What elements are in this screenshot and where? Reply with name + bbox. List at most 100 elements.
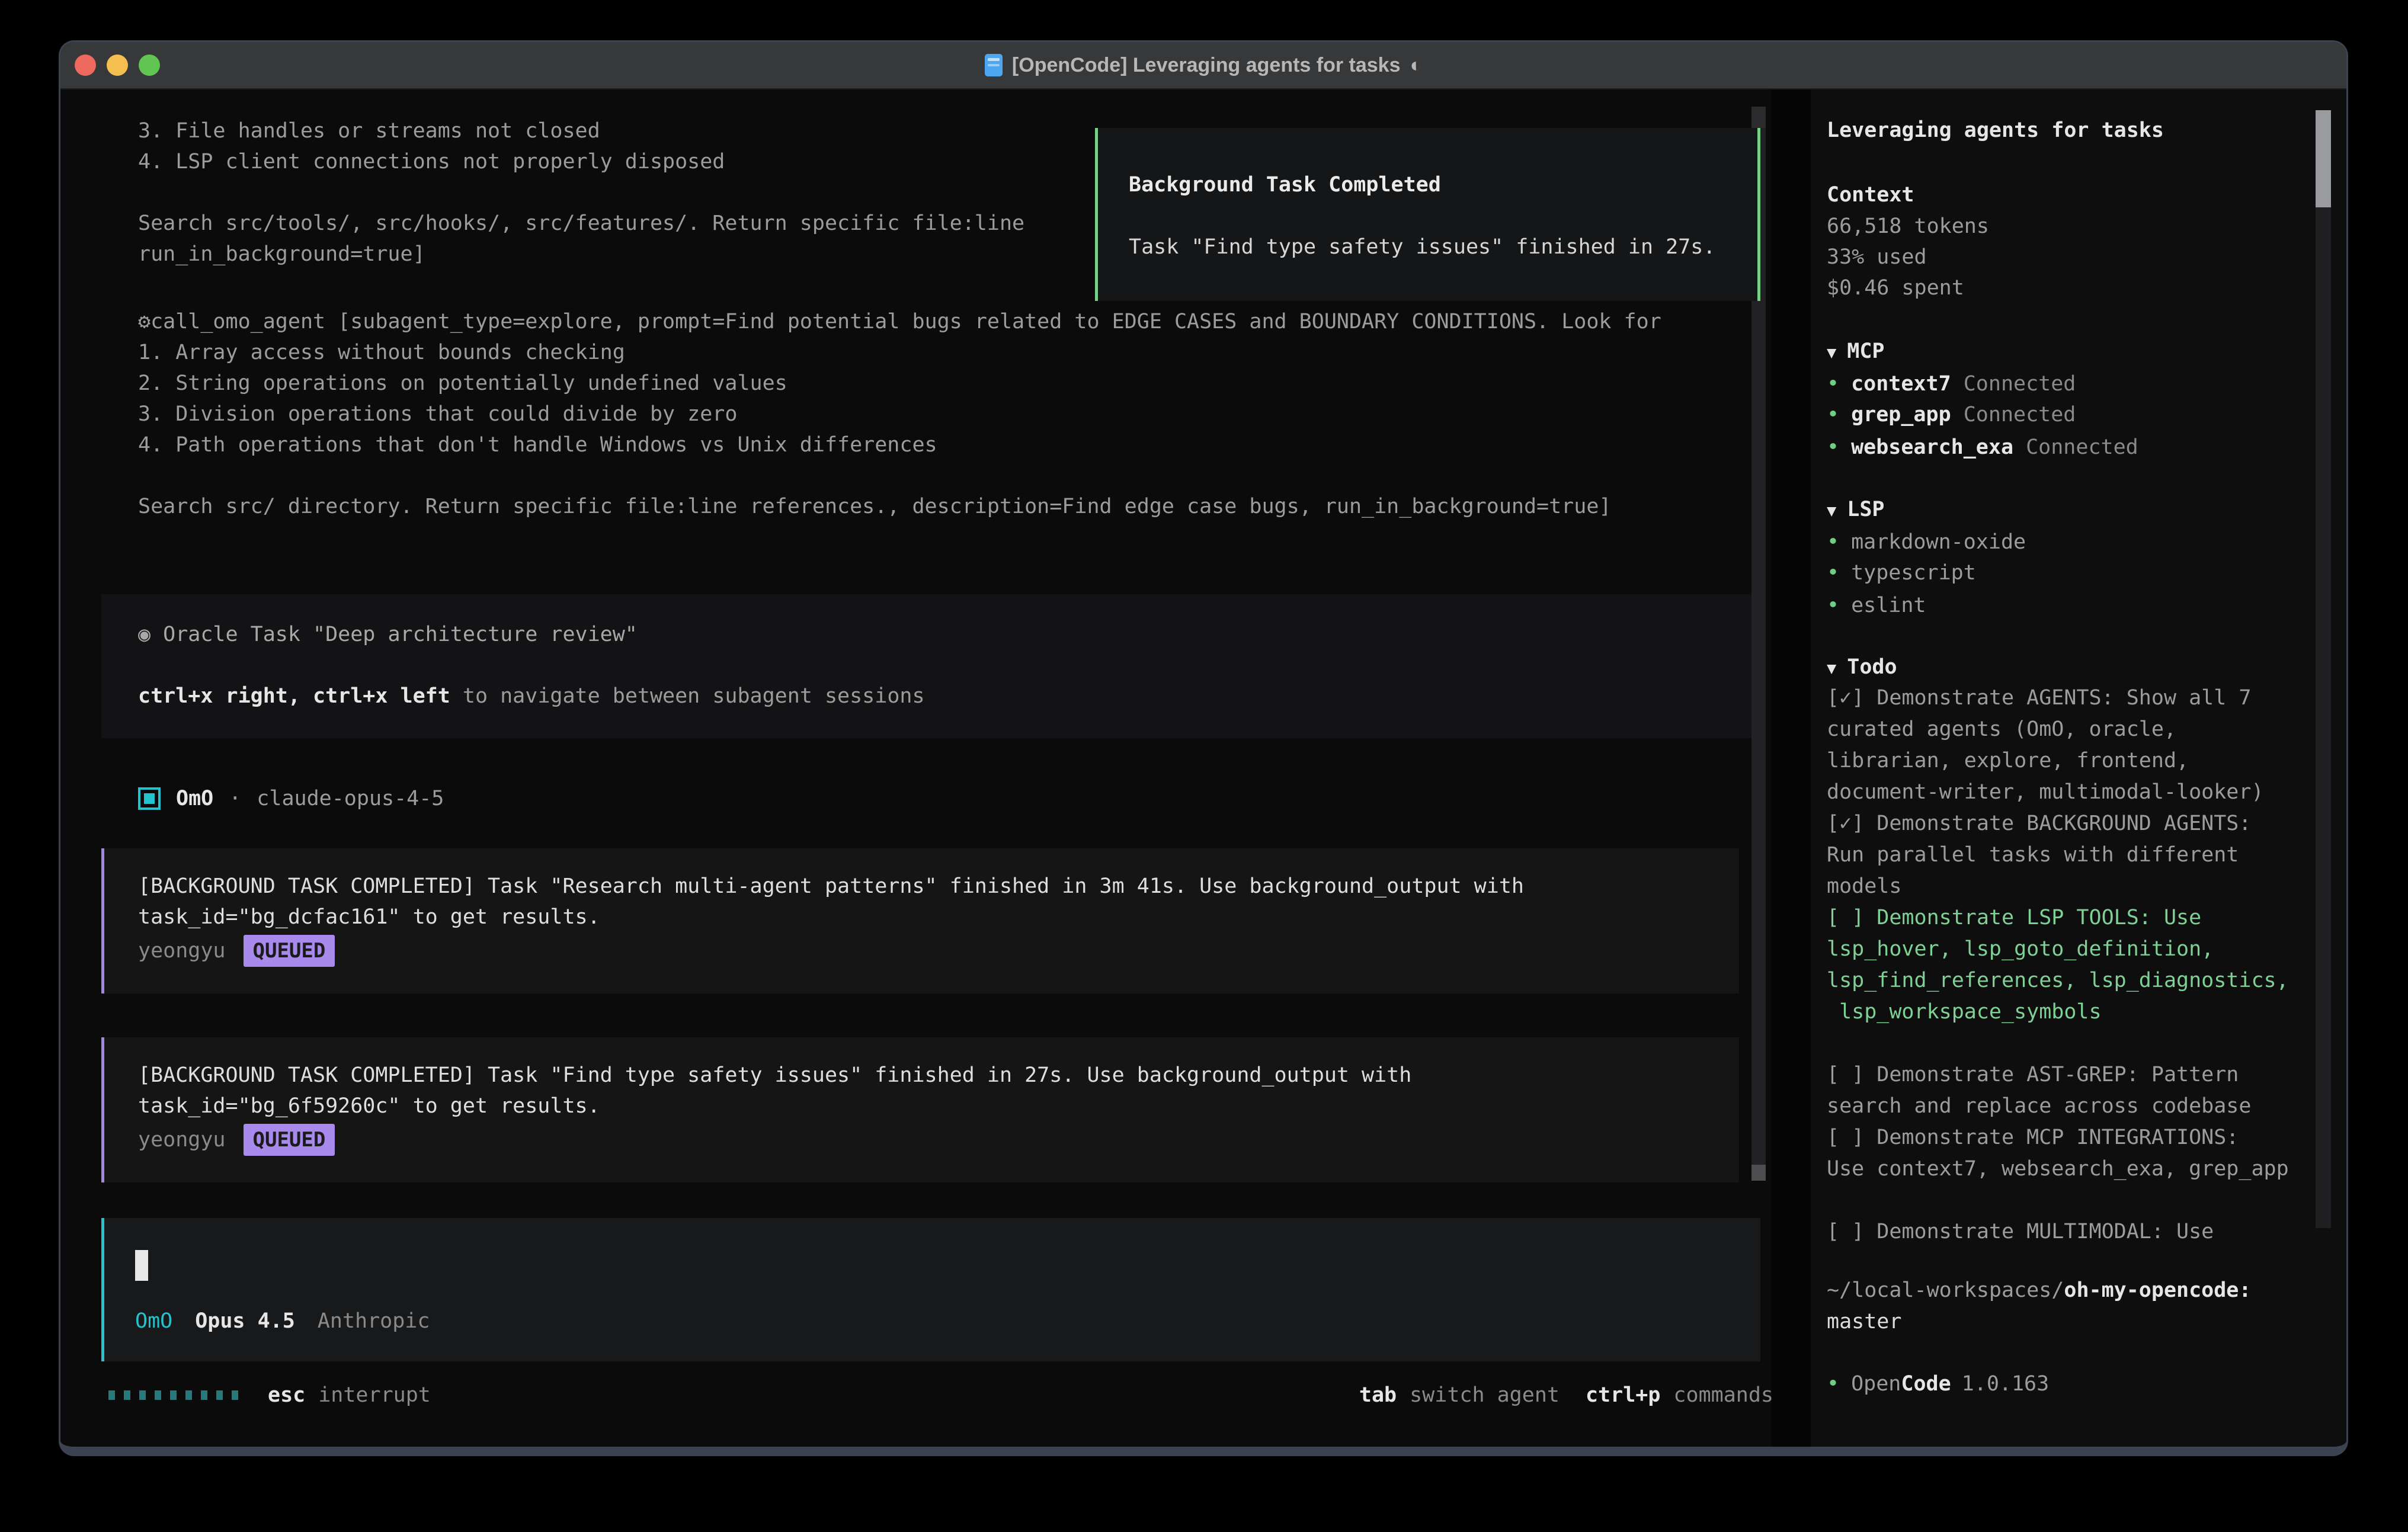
provider-label: Anthropic (318, 1306, 430, 1337)
main-scrollbar-thumb[interactable] (1751, 1165, 1766, 1181)
subagent-nav-hint: ctrl+x right, ctrl+x left to navigate be… (138, 681, 1760, 711)
todo-line: [ ] Demonstrate MULTIMODAL: Use (1827, 1216, 2214, 1247)
main-scrollbar-top-segment[interactable] (1751, 107, 1766, 128)
lsp-name: typescript (1851, 561, 1976, 585)
bullet-icon: • (1827, 435, 1839, 459)
mcp-heading-label: MCP (1847, 339, 1884, 363)
todo-section-header[interactable]: ▼Todo (1827, 652, 1897, 682)
transcript-line: run_in_background=true] (138, 239, 1024, 270)
input-footer: OmO Opus 4.5 Anthropic (135, 1306, 1760, 1337)
mcp-name: grep_app (1851, 403, 1951, 427)
mcp-section-header[interactable]: ▼ MCP (1827, 336, 1884, 367)
todo-line: [✓] Demonstrate BACKGROUND AGENTS: (1827, 808, 2251, 839)
active-agent-label: OmO (135, 1306, 172, 1337)
status-left: esc interrupt (108, 1383, 431, 1407)
mcp-item-websearch-exa: •websearch_exa Connected (1827, 432, 2138, 463)
todo-line: [ ] Demonstrate MCP INTEGRATIONS: (1827, 1122, 2239, 1153)
traffic-lights (75, 55, 160, 76)
pane-divider (1772, 89, 1811, 1447)
status-bar: esc interrupt tab switch agent ctrl+p co… (108, 1380, 1773, 1411)
bullet-icon: • (1827, 530, 1839, 554)
tool-call-line: 1. Array access without bounds checking (138, 337, 1661, 368)
tool-call-line: 3. Division operations that could divide… (138, 399, 1661, 430)
bullet-icon: • (1827, 561, 1839, 585)
app-name-prefix: Open (1851, 1372, 1901, 1396)
task-message-line: task_id="bg_dcfac161" to get results. (138, 902, 1739, 932)
tool-call-block: ⚙call_omo_agent [subagent_type=explore, … (138, 306, 1661, 522)
transcript-top-block: 3. File handles or streams not closed 4.… (138, 116, 1024, 270)
transcript-line: 4. LSP client connections not properly d… (138, 146, 1024, 177)
transcript-line (138, 177, 1024, 208)
todo-line-active: lsp_find_references, lsp_diagnostics, (1827, 965, 2289, 996)
queued-status-badge: QUEUED (244, 1124, 335, 1156)
sidebar-scrollbar-thumb[interactable] (2316, 110, 2331, 207)
sidebar-scrollbar-track[interactable] (2316, 110, 2331, 1228)
hint-text: to navigate between subagent sessions (450, 684, 925, 708)
version-line: • OpenCode 1.0.163 (1827, 1368, 2049, 1399)
tool-call-line: 4. Path operations that don't handle Win… (138, 430, 1661, 460)
tool-call-line: Search src/ directory. Return specific f… (138, 491, 1661, 522)
lsp-section-header[interactable]: ▼ LSP (1827, 494, 1884, 525)
oracle-task-panel: ◉ Oracle Task "Deep architecture review"… (101, 594, 1760, 738)
notification-title: Background Task Completed (1129, 169, 1757, 200)
spinner-dots-icon (108, 1390, 238, 1400)
mcp-name: context7 (1851, 372, 1951, 396)
session-title: Leveraging agents for tasks (1827, 115, 2164, 146)
oracle-task-title: ◉ Oracle Task "Deep architecture review" (138, 619, 1760, 650)
app-version: 1.0.163 (1962, 1372, 2050, 1396)
ctrlp-key-hint: ctrl+p (1586, 1383, 1660, 1407)
text-cursor (135, 1250, 148, 1281)
window-title-text: [OpenCode] Leveraging agents for tasks (1012, 54, 1401, 77)
lsp-heading-label: LSP (1847, 498, 1884, 521)
record-icon: ◉ (138, 623, 150, 646)
task-completed-message-1: [BACKGROUND TASK COMPLETED] Task "Resear… (101, 848, 1739, 993)
task-message-line: [BACKGROUND TASK COMPLETED] Task "Resear… (138, 871, 1739, 902)
sidebar: Leveraging agents for tasks Context 66,5… (1811, 89, 2348, 1447)
bullet-icon: • (1827, 1372, 1839, 1396)
todo-heading-label: Todo (1847, 655, 1897, 679)
minimize-button[interactable] (107, 55, 128, 76)
context-used: 33% used (1827, 242, 1927, 273)
agent-header: OmO · claude-opus-4-5 (138, 783, 444, 814)
zoom-button[interactable] (139, 55, 160, 76)
task-message-line: [BACKGROUND TASK COMPLETED] Task "Find t… (138, 1060, 1739, 1091)
mcp-status-label: Connected (1964, 403, 2076, 427)
todo-line-active: lsp_hover, lsp_goto_definition, (1827, 934, 2214, 964)
todo-line: [✓] Demonstrate AGENTS: Show all 7 (1827, 682, 2251, 713)
tool-call-text: call_omo_agent [subagent_type=explore, p… (150, 310, 1661, 334)
lsp-item-typescript: • typescript (1827, 557, 1976, 588)
todo-line: models (1827, 871, 1901, 902)
tool-call-line: 2. String operations on potentially unde… (138, 368, 1661, 399)
author-name: yeongyu (138, 1128, 226, 1152)
app-window: [OpenCode] Leveraging agents for tasks ◐… (59, 40, 2348, 1456)
hint-sep (300, 684, 313, 708)
oracle-task-title-text: Oracle Task "Deep architecture review" (150, 623, 638, 646)
bullet-icon: • (1827, 403, 1839, 427)
message-meta-row: yeongyu QUEUED (138, 934, 1739, 967)
todo-line: [ ] Demonstrate AST-GREP: Pattern (1827, 1059, 2239, 1090)
agent-name: OmO (176, 783, 213, 814)
mcp-name: websearch_exa (1851, 435, 2013, 459)
tab-key-hint: tab (1359, 1383, 1397, 1407)
bullet-icon: • (1827, 372, 1839, 396)
app-name-suffix: Code (1901, 1372, 1951, 1396)
gear-icon: ⚙ (138, 310, 150, 334)
tool-call-line (138, 460, 1661, 491)
todo-line: document-writer, multimodal-looker) (1827, 777, 2264, 807)
todo-line: Run parallel tasks with different (1827, 839, 2239, 870)
task-message-line: task_id="bg_6f59260c" to get results. (138, 1091, 1739, 1121)
tab-action-label: switch agent (1410, 1383, 1560, 1407)
context-heading: Context (1827, 180, 1914, 210)
workspace-repo: oh-my-opencode: (2064, 1278, 2251, 1302)
mcp-item-context7: •context7 Connected (1827, 368, 2076, 399)
notification-body: Task "Find type safety issues" finished … (1129, 232, 1757, 262)
chevron-down-icon: ▼ (1827, 502, 1836, 520)
lsp-item-eslint: •eslint (1827, 590, 1926, 621)
prompt-input[interactable]: OmO Opus 4.5 Anthropic (101, 1218, 1760, 1361)
todo-line: curated agents (OmO, oracle, (1827, 714, 2176, 745)
chevron-down-icon: ▼ (1827, 344, 1836, 362)
todo-line-active: [ ] Demonstrate LSP TOOLS: Use (1827, 902, 2201, 933)
hint-key-1: ctrl+x right, (138, 684, 300, 708)
close-button[interactable] (75, 55, 96, 76)
todo-line: search and replace across codebase (1827, 1091, 2251, 1121)
